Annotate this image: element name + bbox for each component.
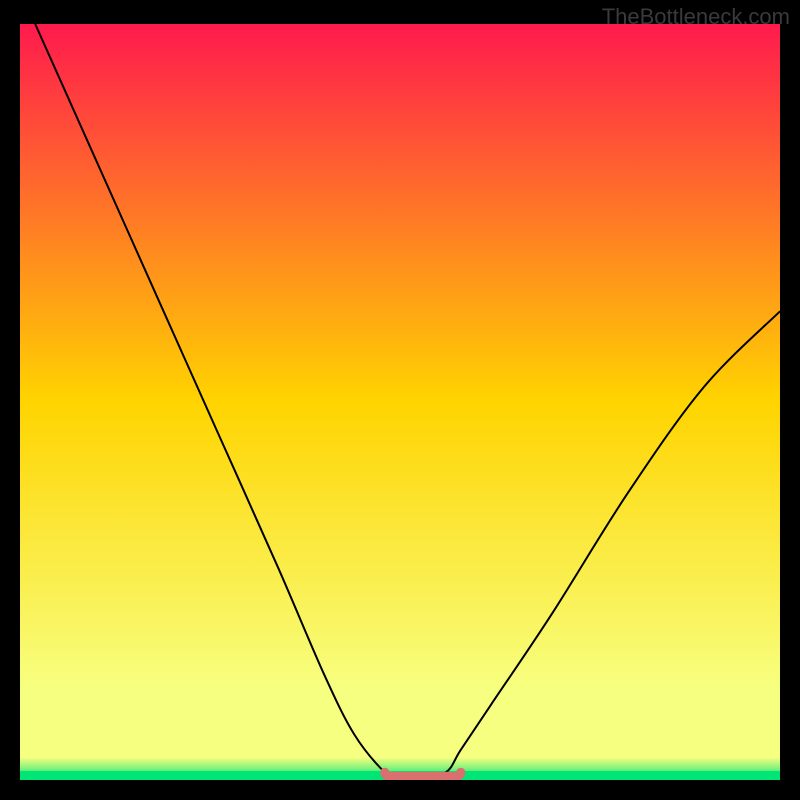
chart-container [20, 24, 780, 780]
watermark-text: TheBottleneck.com [602, 4, 790, 30]
optimal-region-highlight [385, 772, 461, 776]
chart-background [20, 24, 780, 780]
bottleneck-chart [20, 24, 780, 780]
